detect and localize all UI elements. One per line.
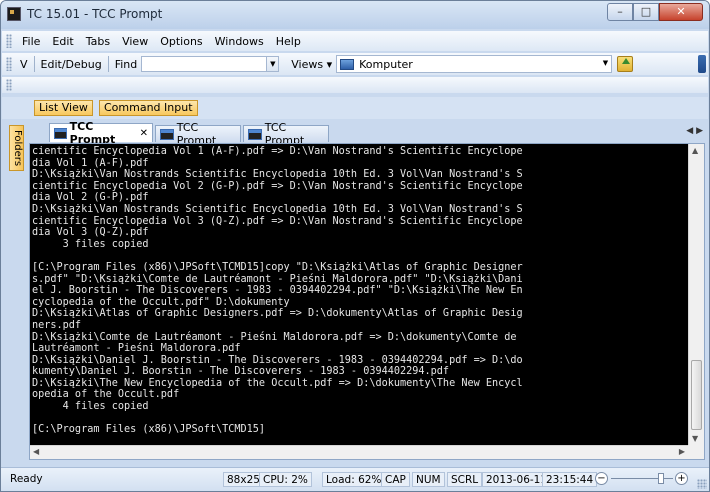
- console-line: cyclopedia of the Occult.pdf" D:\dokumen…: [32, 296, 290, 308]
- folders-side-tab[interactable]: Folders: [9, 125, 24, 171]
- console-line: cientific Encyclopedia Vol 1 (A-F).pdf =…: [32, 146, 523, 157]
- zoom-knob[interactable]: [658, 473, 664, 484]
- status-scrl: SCRL: [447, 472, 483, 487]
- console-line: el J. Boorstin - The Discoverers - 1983 …: [32, 285, 523, 297]
- folder-up-icon[interactable]: [617, 56, 634, 72]
- maximize-button[interactable]: □: [633, 3, 659, 21]
- console-line: opedia of the Occult.pdf: [32, 389, 180, 401]
- console-panel[interactable]: cientific Encyclopedia Vol 1 (A-F).pdf =…: [29, 143, 705, 460]
- toolbar-overflow-icon[interactable]: [698, 55, 706, 73]
- scrollbar-corner: [688, 445, 704, 459]
- status-console-size: 88x25: [223, 472, 264, 487]
- close-button[interactable]: ✕: [659, 3, 703, 21]
- console-line: ners.pdf: [32, 319, 82, 331]
- edit-debug-button[interactable]: Edit/Debug: [37, 58, 106, 71]
- command-button-row: List View Command Input: [2, 97, 708, 119]
- app-window: TC 15.01 - TCC Prompt – □ ✕ File Edit Ta…: [0, 0, 710, 492]
- toolbar-grip-icon[interactable]: [6, 79, 12, 91]
- window-controls: – □ ✕: [607, 3, 703, 21]
- menu-file[interactable]: File: [16, 35, 46, 48]
- console-icon: [248, 128, 262, 140]
- console-line: 4 files copied: [32, 401, 149, 413]
- menu-bar: File Edit Tabs View Options Windows Help: [2, 31, 708, 51]
- tab-tcc-prompt-3[interactable]: TCC Prompt: [243, 121, 329, 147]
- resize-grip-icon[interactable]: [697, 479, 707, 489]
- toolbar-separator: [33, 56, 35, 72]
- menu-grip-icon[interactable]: [6, 34, 12, 48]
- views-button[interactable]: Views ▾: [287, 58, 336, 71]
- menu-windows[interactable]: Windows: [209, 35, 270, 48]
- zoom-out-icon[interactable]: −: [595, 472, 608, 485]
- find-label: Find: [114, 57, 138, 71]
- console-line: D:\Książki\Comte de Lautréamont - Pieśni…: [32, 331, 517, 343]
- status-ready: Ready: [10, 473, 43, 485]
- find-input[interactable]: [141, 56, 268, 72]
- vertical-scrollbar[interactable]: ▲ ▼: [688, 144, 704, 445]
- console-line: Lautréamont - Pieśni Maldorora.pdf: [32, 343, 241, 355]
- zoom-slider[interactable]: − +: [595, 472, 689, 487]
- tab-tcc-prompt-2[interactable]: TCC Prompt: [155, 121, 241, 147]
- menu-help[interactable]: Help: [270, 35, 307, 48]
- scroll-right-icon[interactable]: ▶: [679, 447, 685, 456]
- status-cpu: CPU: 2%: [259, 472, 312, 487]
- menu-tabs[interactable]: Tabs: [80, 35, 116, 48]
- v-button[interactable]: V: [16, 58, 32, 71]
- scroll-down-icon[interactable]: ▼: [692, 434, 698, 443]
- minimize-button[interactable]: –: [607, 3, 633, 21]
- tab-scroll-arrows-icon[interactable]: ◀ ▶: [686, 126, 703, 136]
- status-load: Load: 62%: [322, 472, 386, 487]
- console-line: D:\Książki\Van Nostrands Scientific Ency…: [32, 169, 523, 181]
- console-line: dia Vol 3 (Q-Z).pdf: [32, 227, 149, 239]
- scroll-left-icon[interactable]: ◀: [33, 447, 39, 456]
- tab-tcc-prompt-1[interactable]: TCC Prompt ✕: [49, 120, 153, 146]
- command-input-button[interactable]: Command Input: [99, 100, 198, 116]
- console-line: [C:\Program Files (x86)\JPSoft\TCMD15]: [32, 424, 266, 436]
- title-bar[interactable]: TC 15.01 - TCC Prompt – □ ✕: [1, 1, 709, 29]
- console-line: D:\Książki\Van Nostrands Scientific Ency…: [32, 203, 523, 215]
- status-time: 23:15:44: [542, 472, 598, 487]
- list-view-button[interactable]: List View: [34, 100, 93, 116]
- vertical-scroll-thumb[interactable]: [691, 360, 702, 430]
- console-line: dia Vol 2 (G-P).pdf: [32, 192, 149, 204]
- window-title: TC 15.01 - TCC Prompt: [27, 7, 163, 21]
- console-line: kumenty\Daniel J. Boorstin - The Discove…: [32, 366, 450, 378]
- menu-edit[interactable]: Edit: [46, 35, 79, 48]
- tab-strip: TCC Prompt ✕ TCC Prompt TCC Prompt ◀ ▶: [29, 120, 709, 147]
- status-cap: CAP: [381, 472, 410, 487]
- tab-close-icon[interactable]: ✕: [140, 128, 148, 139]
- console-line: cientific Encyclopedia Vol 3 (Q-Z).pdf =…: [32, 215, 523, 227]
- console-line: D:\Książki\Atlas of Graphic Designers.pd…: [32, 308, 523, 320]
- menu-options[interactable]: Options: [154, 35, 208, 48]
- console-icon: [160, 128, 174, 140]
- console-line: s.pdf" "D:\Książki\Comte de Lautréamont …: [32, 273, 523, 285]
- console-output[interactable]: cientific Encyclopedia Vol 1 (A-F).pdf =…: [32, 146, 684, 446]
- console-line: D:\Książki\Daniel J. Boorstin - The Disc…: [32, 354, 523, 366]
- folders-label: Folders: [12, 130, 23, 167]
- console-line: D:\Książki\The New Encyclopedia of the O…: [32, 377, 523, 389]
- horizontal-scrollbar[interactable]: ◀ ▶: [30, 445, 688, 459]
- location-dropdown-arrow-icon[interactable]: ▼: [603, 59, 608, 67]
- console-line: cientific Encyclopedia Vol 2 (G-P).pdf =…: [32, 180, 523, 192]
- console-line: [C:\Program Files (x86)\JPSoft\TCMD15]co…: [32, 261, 523, 273]
- menu-view[interactable]: View: [116, 35, 154, 48]
- status-bar: Ready 88x25 CPU: 2% Load: 62% CAP NUM SC…: [1, 467, 709, 491]
- console-line: dia Vol 1 (A-F).pdf: [32, 157, 149, 169]
- location-value: Komputer: [359, 57, 413, 71]
- status-date: 2013-06-11: [482, 472, 552, 487]
- toolbar-grip-icon[interactable]: [6, 57, 12, 71]
- console-line: 3 files copied: [32, 238, 149, 250]
- scroll-up-icon[interactable]: ▲: [692, 146, 698, 155]
- computer-icon: [340, 58, 355, 70]
- find-dropdown-arrow-icon[interactable]: ▼: [267, 56, 280, 72]
- location-combobox[interactable]: Komputer ▼: [336, 55, 613, 73]
- main-toolbar: V Edit/Debug Find ▼ Views ▾ Komputer ▼: [2, 53, 708, 75]
- toolbar-separator: [107, 56, 109, 72]
- app-icon[interactable]: [7, 7, 21, 21]
- secondary-toolbar: [2, 77, 708, 93]
- zoom-in-icon[interactable]: +: [675, 472, 688, 485]
- status-num: NUM: [412, 472, 445, 487]
- console-icon: [54, 127, 67, 139]
